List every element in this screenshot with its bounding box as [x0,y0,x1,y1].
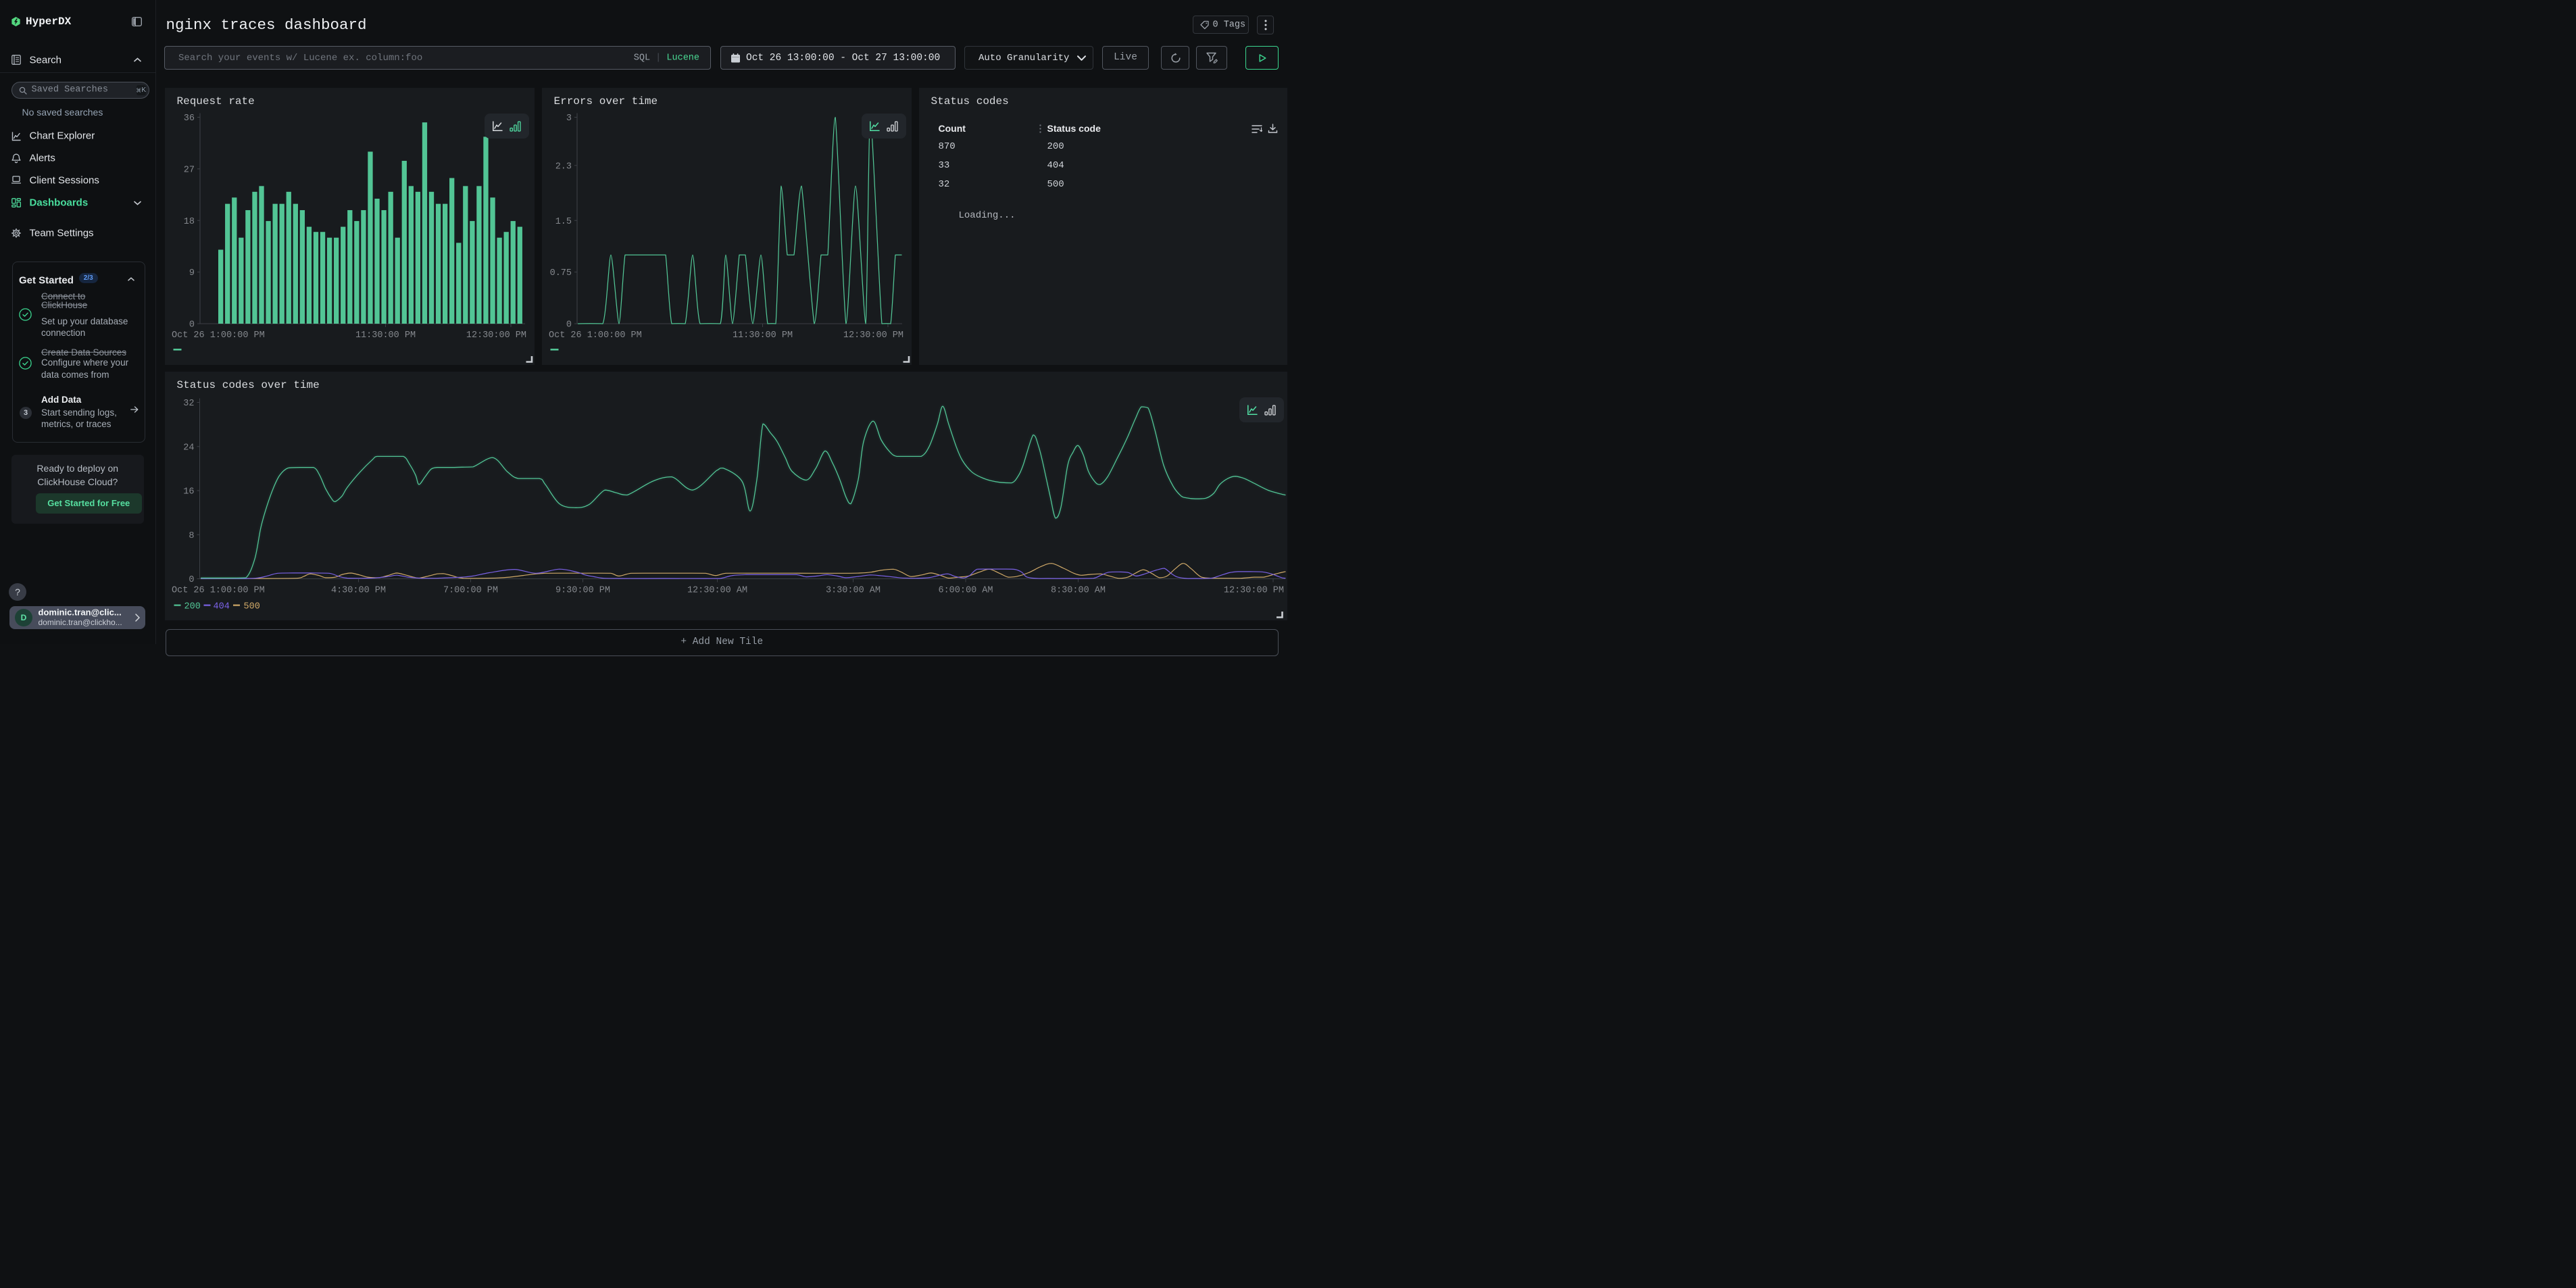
svg-text:12:30:00 PM: 12:30:00 PM [466,330,526,341]
svg-text:32: 32 [183,399,194,409]
svg-text:18: 18 [183,217,194,227]
svg-text:Oct 26 1:00:00 PM: Oct 26 1:00:00 PM [172,586,265,596]
svg-text:11:30:00 PM: 11:30:00 PM [732,330,792,341]
svg-text:2.3: 2.3 [555,162,571,172]
svg-text:8: 8 [189,531,194,541]
svg-text:200: 200 [184,602,200,612]
svg-text:36: 36 [183,114,194,124]
svg-text:500: 500 [243,602,259,612]
svg-text:9: 9 [189,268,194,278]
svg-text:9:30:00 PM: 9:30:00 PM [555,586,610,596]
svg-text:Oct 26 1:00:00 PM: Oct 26 1:00:00 PM [549,330,642,341]
svg-text:0.75: 0.75 [549,268,571,278]
svg-text:12:30:00 PM: 12:30:00 PM [1223,586,1283,596]
svg-text:Oct 26 1:00:00 PM: Oct 26 1:00:00 PM [172,330,265,341]
svg-text:1.5: 1.5 [555,217,571,227]
svg-text:0: 0 [566,320,571,330]
svg-text:7:00:00 PM: 7:00:00 PM [443,586,497,596]
svg-text:0: 0 [189,575,194,585]
svg-text:16: 16 [183,487,194,497]
svg-text:6:00:00 AM: 6:00:00 AM [938,586,993,596]
svg-text:404: 404 [213,602,229,612]
svg-text:12:30:00 AM: 12:30:00 AM [687,586,747,596]
svg-text:4:30:00 PM: 4:30:00 PM [330,586,385,596]
svg-text:11:30:00 PM: 11:30:00 PM [355,330,415,341]
svg-text:24: 24 [183,443,194,453]
svg-text:0: 0 [189,320,194,330]
svg-text:3:30:00 AM: 3:30:00 AM [825,586,880,596]
svg-text:8:30:00 AM: 8:30:00 AM [1050,586,1105,596]
svg-text:3: 3 [566,114,571,124]
svg-text:12:30:00 PM: 12:30:00 PM [843,330,903,341]
svg-text:27: 27 [183,165,194,175]
